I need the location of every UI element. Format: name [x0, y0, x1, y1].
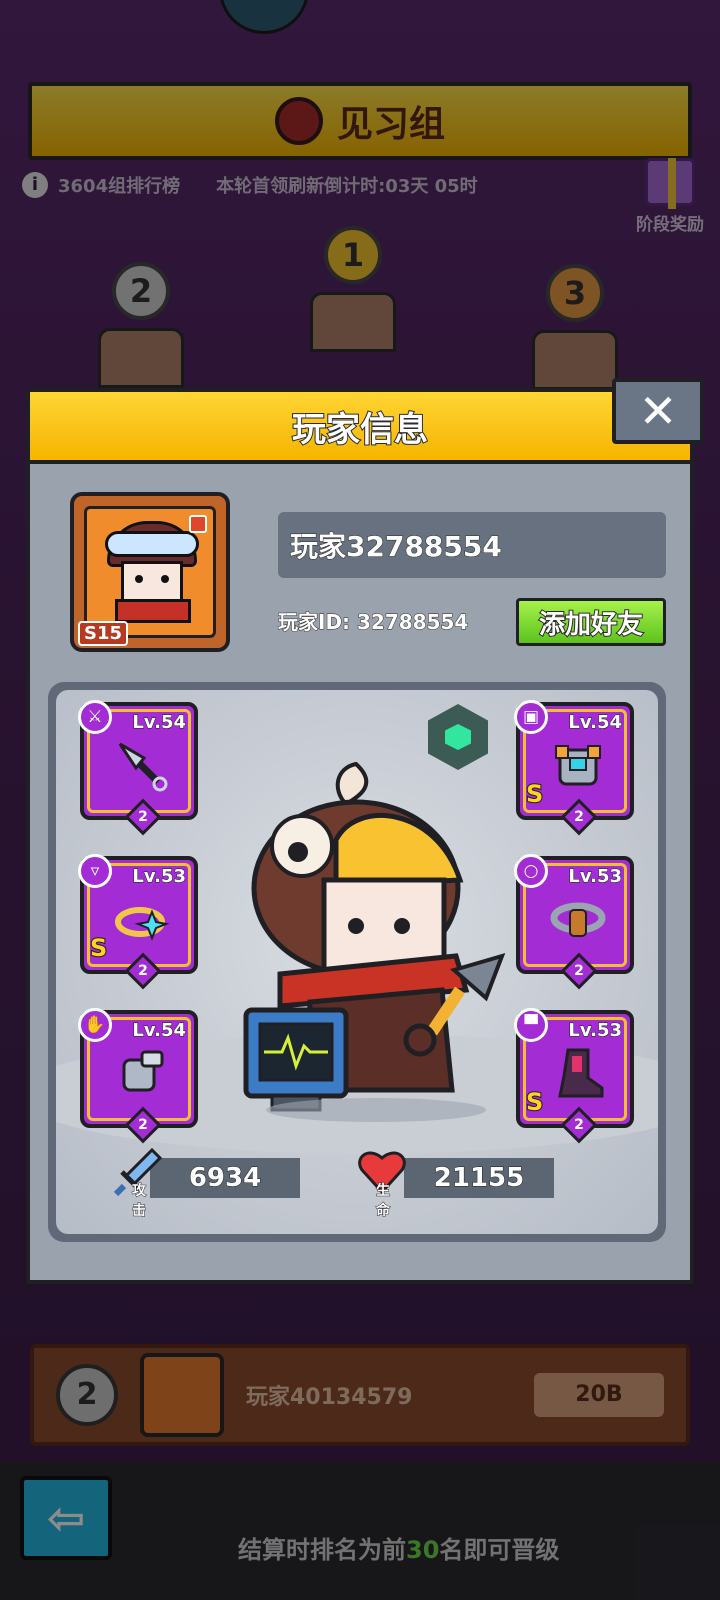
attack-label: 攻击	[132, 1183, 147, 1220]
rank-s-badge: S	[525, 1087, 544, 1117]
equip-level: Lv.53	[132, 866, 187, 888]
shirt-icon: ▣	[514, 700, 548, 734]
ring-item-icon	[115, 907, 170, 941]
player-portrait: S15	[70, 492, 230, 652]
equip-slot-boots[interactable]: ▀ Lv.53 S 2	[514, 1008, 634, 1144]
rank-s-badge: S	[525, 779, 544, 809]
hp-label: 生命	[376, 1183, 391, 1220]
ring-icon: ○	[514, 854, 548, 888]
equip-slot-armor[interactable]: ▣ Lv.54 S 2	[514, 700, 634, 836]
equip-slot-weapon[interactable]: ⚔ Lv.54 2	[78, 700, 198, 836]
hp-value: 21155	[433, 1163, 525, 1194]
tier-badge: S15	[78, 621, 129, 646]
glove-icon: ✋	[78, 1008, 112, 1042]
equip-level: Lv.53	[568, 1020, 623, 1042]
close-icon: ✕	[638, 384, 678, 438]
hero-character	[206, 760, 506, 1130]
necklace-icon: ▿	[78, 854, 112, 888]
belt-item-icon	[550, 902, 606, 937]
kunai-icon	[118, 742, 168, 792]
equip-slot-gloves[interactable]: ✋ Lv.54 2	[78, 1008, 198, 1144]
player-info-modal: 玩家信息 ✕ S15 玩家32788554 玩家ID: 32788554 添加好…	[26, 378, 704, 1284]
rank-s-badge: S	[89, 933, 108, 963]
modal-header: 玩家信息	[30, 392, 690, 464]
equip-slot-necklace[interactable]: ▿ Lv.53 S 2	[78, 854, 198, 990]
attack-value: 6934	[188, 1163, 262, 1194]
add-friend-button[interactable]: 添加好友	[516, 598, 666, 646]
equip-level: Lv.54	[132, 1020, 187, 1042]
portrait-eye	[135, 575, 143, 583]
sword-icon: ⚔	[78, 700, 112, 734]
add-friend-label: 添加好友	[538, 609, 644, 641]
armor-item-icon	[555, 745, 601, 786]
portrait-scarf	[115, 599, 191, 623]
flag-icon	[189, 515, 207, 533]
portrait-eye	[161, 575, 169, 583]
portrait-visor	[105, 531, 199, 557]
equipment-panel: ⚔ Lv.54 2 ▿ Lv.53 S 2 ✋ Lv.54 2 ▣ Lv.54 …	[48, 682, 666, 1242]
player-name: 玩家32788554	[290, 530, 503, 564]
close-button[interactable]: ✕	[612, 378, 704, 444]
modal-title: 玩家信息	[291, 409, 429, 451]
hero-illustration	[243, 761, 506, 1122]
equip-level: Lv.53	[568, 866, 623, 888]
gauntlet-icon	[122, 1050, 164, 1092]
equip-level: Lv.54	[132, 712, 187, 734]
boot-icon: ▀	[514, 1008, 548, 1042]
player-id: 玩家ID: 32788554	[277, 610, 469, 635]
boot-item-icon	[558, 1048, 604, 1098]
player-name-box: 玩家32788554	[278, 512, 666, 578]
equip-level: Lv.54	[568, 712, 623, 734]
equip-slot-belt[interactable]: ○ Lv.53 2	[514, 854, 634, 990]
